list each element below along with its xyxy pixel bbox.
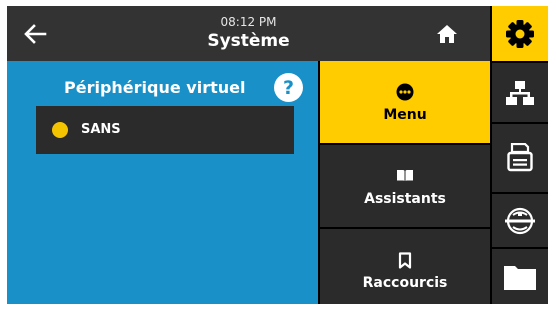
help-icon: ?	[282, 76, 295, 99]
menu-dots-icon	[396, 83, 414, 101]
sidebar-item-printer[interactable]	[492, 124, 548, 192]
option-row[interactable]: SANS	[36, 106, 294, 154]
home-icon	[437, 25, 457, 43]
clock: 08:12 PM	[220, 15, 277, 29]
sidebar-item-sensor[interactable]	[492, 194, 548, 247]
pane-title: Périphérique virtuel	[64, 78, 246, 97]
page-title: Système	[207, 31, 290, 51]
sensor-icon	[505, 207, 535, 234]
wizards-button-label: Assistants	[364, 191, 446, 207]
header-bar: 08:12 PM Système	[7, 6, 490, 61]
printer-icon	[507, 143, 533, 172]
sidebar-item-storage[interactable]	[492, 249, 548, 304]
printer-screen: 08:12 PM Système Périphérique virtuel ? …	[7, 6, 548, 304]
network-icon	[506, 80, 534, 105]
book-icon	[397, 170, 413, 182]
sidebar-item-settings[interactable]	[492, 6, 548, 61]
shortcuts-button-label: Raccourcis	[362, 275, 448, 291]
home-button[interactable]	[434, 22, 460, 46]
menu-button[interactable]: Menu	[320, 61, 490, 143]
help-button[interactable]: ?	[274, 73, 303, 102]
status-dot-icon	[52, 122, 68, 138]
bookmark-icon	[398, 251, 412, 269]
folder-icon	[504, 265, 536, 290]
menu-button-label: Menu	[383, 107, 427, 123]
gear-icon	[506, 19, 534, 48]
shortcuts-button[interactable]: Raccourcis	[320, 229, 490, 304]
wizards-button[interactable]: Assistants	[320, 145, 490, 227]
virtual-device-pane: Périphérique virtuel ? SANS	[7, 61, 318, 304]
option-label: SANS	[81, 122, 121, 137]
sidebar-item-network[interactable]	[492, 63, 548, 122]
